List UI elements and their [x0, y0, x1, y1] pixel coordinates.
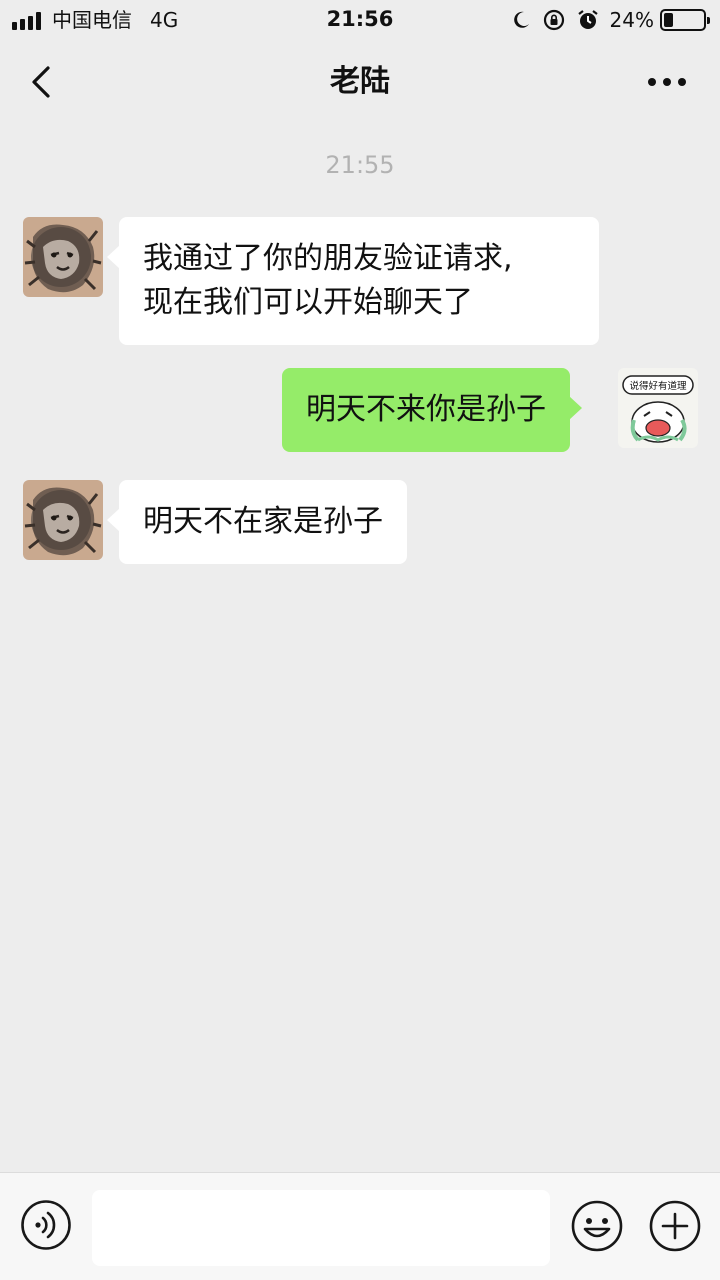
more-functions-button[interactable] [648, 1199, 702, 1253]
message-line: 现在我们可以开始聊天了 [143, 285, 473, 320]
battery-percent: 24% [609, 8, 654, 32]
emoji-icon [571, 1200, 623, 1252]
message-bubble-outgoing[interactable]: 明天不来你是孙子 [282, 368, 582, 452]
nav-bar: 老陆 [0, 40, 720, 124]
chat-title: 老陆 [330, 64, 390, 99]
emoji-button[interactable] [570, 1199, 624, 1253]
message-input[interactable] [92, 1190, 550, 1266]
status-bar-right: 24% [510, 6, 710, 34]
message-timestamp: 21:55 [325, 151, 395, 179]
my-avatar[interactable]: 说得好有道理 [618, 368, 698, 448]
more-dots-icon [648, 78, 686, 86]
battery-level [664, 13, 673, 27]
battery-icon [660, 9, 710, 31]
chat-screen: 中国电信 4G 21:56 24% 老陆 21:55 我通过了你的朋友验证请求,… [0, 0, 720, 1280]
message-text: 明天不来你是孙子 [306, 392, 546, 427]
contact-avatar[interactable] [23, 217, 103, 297]
rotation-lock-icon [543, 9, 564, 31]
lion-avatar-icon [23, 217, 103, 297]
message-text: 明天不在家是孙子 [143, 504, 383, 539]
alarm-icon [577, 10, 598, 29]
more-options-button[interactable] [644, 68, 690, 96]
cartoon-avatar-icon: 说得好有道理 [618, 368, 698, 448]
avatar-caption: 说得好有道理 [629, 380, 687, 392]
message-bubble-incoming[interactable]: 我通过了你的朋友验证请求, 现在我们可以开始聊天了 [107, 217, 599, 345]
voice-icon [21, 1200, 71, 1250]
plus-icon [649, 1200, 701, 1252]
voice-button[interactable] [20, 1199, 72, 1251]
message-bubble-incoming[interactable]: 明天不在家是孙子 [107, 480, 407, 564]
contact-avatar[interactable] [23, 480, 103, 560]
message-line: 我通过了你的朋友验证请求, [143, 241, 513, 276]
status-bar: 中国电信 4G 21:56 24% [0, 0, 720, 40]
input-bar [0, 1172, 720, 1280]
message-list: 21:55 我通过了你的朋友验证请求, 现在我们可以开始聊天了 明天不来你是孙子 [0, 124, 720, 1172]
lion-avatar-icon [23, 480, 103, 560]
moon-icon [513, 11, 529, 28]
